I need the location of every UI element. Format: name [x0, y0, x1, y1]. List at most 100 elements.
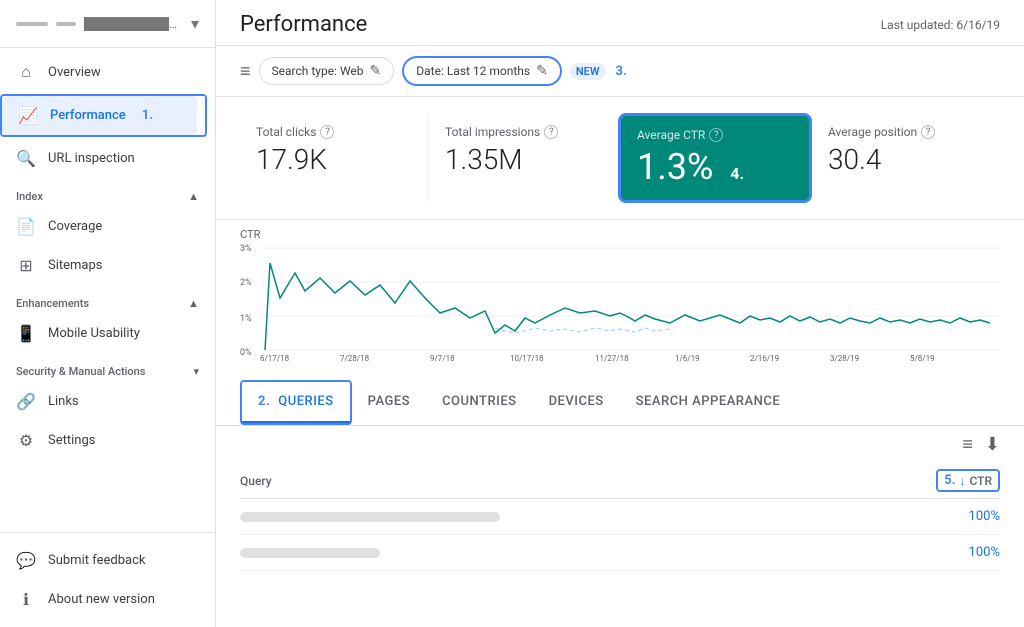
pages-tab-label: PAGES — [368, 394, 410, 409]
hamburger-icon[interactable] — [16, 22, 48, 26]
svg-text:6/17/18: 6/17/18 — [260, 354, 290, 363]
security-section: Security & Manual Actions ▾ — [0, 353, 215, 382]
total-clicks-value: 17.9K — [256, 143, 412, 176]
sidebar-item-url-inspection[interactable]: 🔍 URL inspection — [0, 139, 207, 178]
total-clicks-card: Total clicks ? 17.9K — [240, 113, 429, 203]
tab-search-appearance[interactable]: SEARCH APPEARANCE — [620, 382, 797, 423]
table-download-icon[interactable]: ⬇ — [985, 434, 1000, 455]
sidebar-item-mobile-label: Mobile Usability — [48, 326, 140, 341]
badge-2: 2. — [258, 394, 270, 409]
total-impressions-card: Total impressions ? 1.35M — [429, 113, 618, 203]
sidebar-item-links[interactable]: 🔗 Links — [0, 382, 207, 421]
search-appearance-tab-label: SEARCH APPEARANCE — [636, 394, 781, 409]
site-name: ████████████ — [84, 17, 183, 31]
chart-y-label: CTR — [240, 228, 1000, 241]
badge-4: 4. — [730, 164, 744, 183]
query-placeholder — [240, 512, 500, 522]
sidebar-item-mobile-usability[interactable]: 📱 Mobile Usability — [0, 314, 207, 353]
query-cell — [240, 512, 940, 522]
index-label: Index — [16, 190, 43, 203]
search-type-edit-icon: ✎ — [370, 63, 382, 79]
tab-countries[interactable]: COUNTRIES — [426, 382, 533, 423]
about-label: About new version — [48, 592, 155, 607]
info-icon: ℹ — [16, 590, 36, 609]
col-query-header: Query — [240, 474, 936, 488]
search-type-filter[interactable]: Search type: Web ✎ — [259, 57, 395, 85]
sidebar-item-performance-label: Performance — [50, 108, 126, 123]
sidebar-item-settings[interactable]: ⚙ Settings — [0, 421, 207, 460]
chart-area: CTR 3% 2% 1% 0% 6/17/18 7/28/18 9 — [216, 220, 1024, 380]
sidebar-item-performance[interactable]: 📈 Performance 1. — [2, 96, 197, 135]
security-label: Security & Manual Actions — [16, 365, 145, 378]
avg-ctr-help[interactable]: ? — [709, 128, 723, 142]
date-filter[interactable]: Date: Last 12 months ✎ — [402, 56, 562, 86]
index-toggle[interactable]: ▲ — [188, 190, 199, 203]
site-dropdown-icon[interactable]: ▾ — [191, 14, 199, 33]
badge-1: 1. — [142, 108, 153, 123]
chart-container: 3% 2% 1% 0% 6/17/18 7/28/18 9/7/18 10/17… — [240, 243, 1000, 363]
query-placeholder — [240, 548, 380, 558]
avg-ctr-value: 1.3% 4. — [637, 146, 793, 188]
filter-icon[interactable]: ≡ — [240, 61, 251, 82]
avg-position-label: Average position ? — [828, 125, 984, 139]
query-cell — [240, 548, 940, 558]
metrics-cell: 100% — [940, 509, 1000, 524]
ctr-value: 100% — [940, 545, 1000, 560]
submit-feedback-label: Submit feedback — [48, 553, 145, 568]
queries-tab-label: QUERIES — [278, 394, 333, 409]
sidebar-item-overview[interactable]: ⌂ Overview — [0, 52, 207, 92]
metrics-row: Total clicks ? 17.9K Total impressions ?… — [216, 97, 1024, 220]
ctr-chart: 3% 2% 1% 0% 6/17/18 7/28/18 9/7/18 10/17… — [240, 243, 1000, 363]
enhancements-label: Enhancements — [16, 297, 89, 310]
tab-pages[interactable]: PAGES — [352, 382, 426, 423]
avg-position-value: 30.4 — [828, 143, 984, 176]
sidebar-item-settings-label: Settings — [48, 433, 95, 448]
ctr-value: 100% — [940, 509, 1000, 524]
sitemaps-icon: ⊞ — [16, 256, 36, 275]
tab-queries[interactable]: 2. QUERIES — [242, 382, 350, 423]
sidebar-item-overview-label: Overview — [48, 65, 101, 80]
svg-text:5/8/19: 5/8/19 — [910, 354, 935, 363]
badge-3: 3. — [616, 64, 627, 79]
avg-position-help[interactable]: ? — [921, 125, 935, 139]
table-filter-icon[interactable]: ≡ — [962, 434, 973, 455]
avg-ctr-label: Average CTR ? — [637, 128, 793, 142]
enhancements-toggle[interactable]: ▲ — [188, 297, 199, 310]
main-content: Performance Last updated: 6/16/19 ≡ Sear… — [216, 0, 1024, 627]
table-controls: ≡ ⬇ — [240, 426, 1000, 463]
sidebar-item-about[interactable]: ℹ About new version — [0, 580, 207, 619]
tab-devices[interactable]: DEVICES — [533, 382, 620, 423]
home-icon: ⌂ — [16, 62, 36, 82]
date-label: Date: Last 12 months — [416, 64, 530, 78]
ctr-sort-column[interactable]: 5. ↓ CTR — [936, 469, 1000, 492]
countries-tab-label: COUNTRIES — [442, 394, 517, 409]
badge-5: 5. — [944, 473, 955, 488]
total-clicks-help[interactable]: ? — [320, 125, 334, 139]
svg-text:3/28/19: 3/28/19 — [830, 354, 859, 363]
index-section: Index ▲ — [0, 178, 215, 207]
svg-text:2%: 2% — [240, 278, 252, 288]
sort-arrow-icon: ↓ — [959, 474, 965, 488]
security-toggle[interactable]: ▾ — [193, 365, 199, 378]
settings-icon: ⚙ — [16, 431, 36, 450]
queries-tab-wrapper: 2. QUERIES — [240, 380, 352, 425]
col-ctr-header: CTR — [969, 474, 992, 488]
hamburger-icon-2 — [56, 22, 76, 26]
enhancements-section: Enhancements ▲ — [0, 285, 215, 314]
mobile-icon: 📱 — [16, 324, 36, 343]
svg-text:11/27/18: 11/27/18 — [595, 354, 629, 363]
sidebar-item-sitemaps[interactable]: ⊞ Sitemaps — [0, 246, 207, 285]
svg-text:1/6/19: 1/6/19 — [675, 354, 700, 363]
avg-position-card: Average position ? 30.4 — [812, 113, 1000, 203]
search-icon: 🔍 — [16, 149, 36, 168]
sidebar-item-submit-feedback[interactable]: 💬 Submit feedback — [0, 541, 207, 580]
total-impressions-label: Total impressions ? — [445, 125, 601, 139]
sidebar-item-coverage[interactable]: 📄 Coverage — [0, 207, 207, 246]
search-type-label: Search type: Web — [272, 64, 364, 78]
links-icon: 🔗 — [16, 392, 36, 411]
total-impressions-help[interactable]: ? — [544, 125, 558, 139]
table-area: ≡ ⬇ Query 5. ↓ CTR 100% — [216, 426, 1024, 571]
metrics-cell: 100% — [940, 545, 1000, 560]
main-header: Performance Last updated: 6/16/19 — [216, 0, 1024, 46]
new-badge: NEW — [570, 63, 606, 80]
